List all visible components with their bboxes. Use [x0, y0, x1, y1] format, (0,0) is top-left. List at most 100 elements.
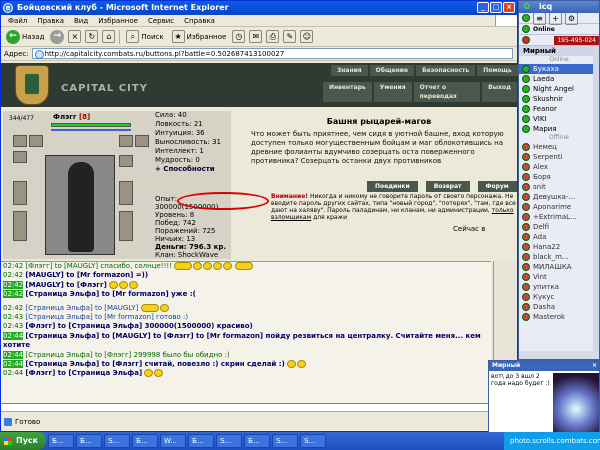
- chat-text[interactable]: [Страница Эльфа] to [Mr formazon] готово…: [25, 313, 188, 321]
- close-button[interactable]: ×: [503, 2, 515, 13]
- chat-text[interactable]: [Страница Эльфа] to [Флэгг] 299998 было …: [25, 351, 229, 359]
- taskbar-task[interactable]: Б...: [76, 434, 103, 448]
- taskbar-task[interactable]: Б...: [188, 434, 215, 448]
- icq-status[interactable]: Online: [533, 26, 555, 33]
- equip-slot-boots[interactable]: [119, 211, 133, 241]
- chat-text[interactable]: [Флэгг] to [Страница Эльфа]: [25, 369, 142, 377]
- nav-exit[interactable]: Выход: [482, 82, 517, 102]
- icq-contact[interactable]: Skushnir: [519, 94, 599, 104]
- menu-favorites[interactable]: Избранное: [93, 15, 143, 26]
- start-button[interactable]: Пуск: [0, 432, 47, 450]
- messenger-icon[interactable]: ☺: [300, 30, 314, 43]
- icq-contact[interactable]: Delfi: [519, 222, 599, 232]
- icq-contact[interactable]: Masterok: [519, 312, 599, 322]
- chat-text[interactable]: [Страница Эльфа] to [MAUGLY]: [25, 304, 138, 312]
- minimize-button[interactable]: _: [477, 2, 489, 13]
- taskbar-task[interactable]: Б...: [132, 434, 159, 448]
- chat-text[interactable]: [Страница Эльфа] to [Mr formazon] уже :(: [25, 290, 195, 298]
- icq-contact[interactable]: VIKI: [519, 114, 599, 124]
- menu-help[interactable]: Справка: [179, 15, 220, 26]
- icq-contact[interactable]: snit: [519, 182, 599, 192]
- taskbar-task[interactable]: W...: [160, 434, 187, 448]
- nav-inventory[interactable]: Инвентарь: [323, 82, 372, 102]
- icq-add-icon[interactable]: +: [549, 11, 562, 25]
- chat-text[interactable]: [MAUGLY] to [Флэгг]: [25, 281, 106, 289]
- taskbar-task[interactable]: S...: [216, 434, 243, 448]
- character-name[interactable]: Флэгг [8]: [53, 113, 90, 121]
- stop-icon[interactable]: ×: [68, 30, 82, 43]
- search-button[interactable]: ⌕ Поиск: [124, 29, 165, 45]
- address-input[interactable]: http://capitalcity.combats.ru/buttons.pl…: [31, 48, 513, 59]
- icq-contact[interactable]: Night Angel: [519, 84, 599, 94]
- icq-prefs-icon[interactable]: ⚙: [565, 11, 578, 25]
- tab-forum[interactable]: Форум: [477, 181, 517, 192]
- history-icon[interactable]: ◷: [232, 30, 246, 43]
- icq-flower-icon[interactable]: [522, 14, 530, 22]
- icq-contact[interactable]: Serpenti: [519, 152, 599, 162]
- menu-tools[interactable]: Сервис: [143, 15, 179, 26]
- equip-slot-shield[interactable]: [119, 181, 133, 205]
- icq-message-popup[interactable]: Мирный × вот\ до 3 вшл 2 года надо будет…: [488, 360, 600, 434]
- clan-value[interactable]: Клан: ShockWave: [155, 251, 231, 259]
- menu-view[interactable]: Вид: [69, 15, 93, 26]
- chat-text[interactable]: [Страница Эльфа] to [MAUGLY] to [Флэгг] …: [3, 332, 481, 349]
- abilities-link[interactable]: + Способности: [155, 165, 221, 174]
- icq-contact[interactable]: black_m...: [519, 252, 599, 262]
- chat-text[interactable]: [Флэгг] to [MAUGLY] спасибо, солнце!!!!: [25, 262, 172, 270]
- icq-contact[interactable]: Laeda: [519, 74, 599, 84]
- equip-slot-gloves[interactable]: [119, 155, 133, 167]
- icq-contact[interactable]: Букаха: [519, 64, 599, 74]
- icq-contact[interactable]: Мария: [519, 124, 599, 134]
- icq-contact[interactable]: упитка: [519, 282, 599, 292]
- icq-contact[interactable]: Dasha: [519, 302, 599, 312]
- taskbar-task[interactable]: Б...: [48, 434, 75, 448]
- tab-return[interactable]: Возврат: [425, 181, 470, 192]
- refresh-icon[interactable]: ↻: [85, 30, 99, 43]
- icq-contact[interactable]: Feanor: [519, 104, 599, 114]
- ie-title-bar[interactable]: e Бойцовский клуб - Microsoft Internet E…: [1, 1, 517, 15]
- equip-slot-earring[interactable]: [119, 135, 133, 147]
- icq-contact[interactable]: +ExtrimaL...: [519, 212, 599, 222]
- icq-contact[interactable]: Боря: [519, 172, 599, 182]
- equip-slot-helmet[interactable]: [13, 135, 27, 147]
- print-icon[interactable]: ⎙: [266, 30, 280, 43]
- equip-slot-ring[interactable]: [135, 135, 149, 147]
- equip-slot-armor[interactable]: [13, 181, 27, 205]
- icq-contact[interactable]: Alex: [519, 162, 599, 172]
- taskbar-task[interactable]: S...: [300, 434, 327, 448]
- icq-contact[interactable]: Ada: [519, 232, 599, 242]
- nav-communication[interactable]: Общение: [369, 65, 415, 76]
- favorites-button[interactable]: ★ Избранное: [170, 29, 229, 45]
- icq-contact[interactable]: Кукус: [519, 292, 599, 302]
- popup-close-button[interactable]: ×: [592, 361, 597, 371]
- icq-contact[interactable]: Немец: [519, 142, 599, 152]
- home-icon[interactable]: ⌂: [102, 30, 116, 43]
- icq-scrollbar[interactable]: [593, 49, 599, 353]
- nav-transfers[interactable]: Отчет о переводах: [413, 82, 481, 102]
- back-button[interactable]: ← Назад: [4, 29, 46, 45]
- equip-slot-weapon[interactable]: [13, 151, 27, 163]
- icq-contact[interactable]: МИЛАШКА: [519, 262, 599, 272]
- icq-menu-icon[interactable]: ≡: [533, 11, 546, 25]
- forward-button[interactable]: →: [50, 29, 65, 44]
- tab-duels[interactable]: Поединки: [367, 181, 418, 192]
- chat-input[interactable]: [1, 403, 517, 411]
- edit-icon[interactable]: ✎: [283, 30, 297, 43]
- mail-icon[interactable]: ✉: [249, 30, 263, 43]
- nav-skills[interactable]: Умения: [373, 82, 412, 102]
- icq-contact[interactable]: Vint: [519, 272, 599, 282]
- icq-contact[interactable]: Девушка-...: [519, 192, 599, 202]
- chat-text[interactable]: [Флэгг] to [Страница Эльфа] 300000(15000…: [25, 322, 252, 330]
- menu-edit[interactable]: Правка: [32, 15, 69, 26]
- icq-contact[interactable]: Aponarime: [519, 202, 599, 212]
- maximize-button[interactable]: □: [490, 2, 502, 13]
- taskbar-task[interactable]: S...: [272, 434, 299, 448]
- nav-knowledge[interactable]: Знания: [331, 65, 368, 76]
- chat-text[interactable]: [Страница Эльфа] to [Флэгг] считай, пове…: [25, 360, 284, 368]
- icq-group-header[interactable]: Мирный: [519, 46, 599, 56]
- equip-slot-sword[interactable]: [13, 211, 27, 241]
- icq-title-bar[interactable]: icq: [519, 1, 599, 13]
- nav-security[interactable]: Безопасность: [416, 65, 476, 76]
- equip-slot-amulet[interactable]: [29, 135, 43, 147]
- nav-help[interactable]: Помощь: [477, 65, 518, 76]
